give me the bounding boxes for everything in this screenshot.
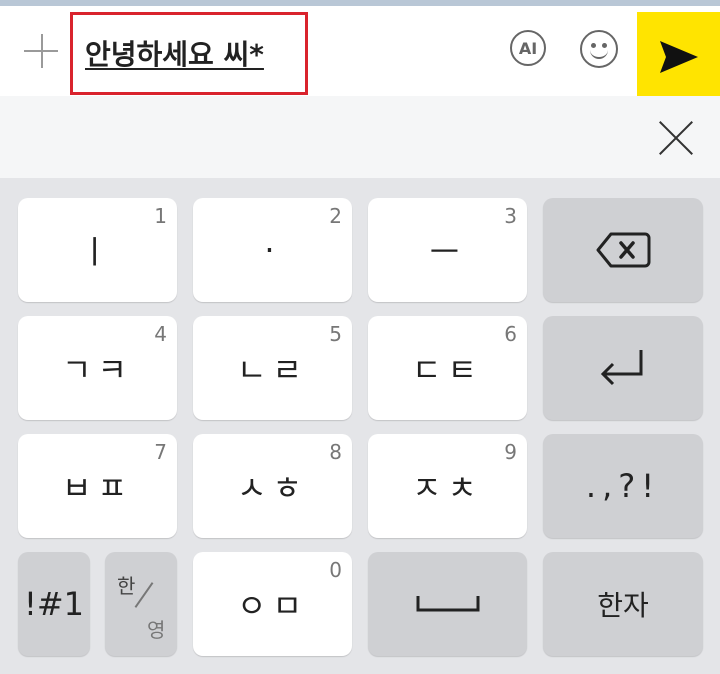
key-label: .,?! — [585, 467, 661, 505]
key-label: · — [264, 231, 281, 269]
language-toggle-key[interactable]: 한 영 — [105, 552, 177, 656]
ai-label: AI — [518, 38, 538, 58]
punctuation-key[interactable]: .,?! — [543, 434, 703, 538]
lang-divider — [134, 582, 154, 608]
enter-key[interactable] — [543, 316, 703, 420]
key-6[interactable]: 6 ㄷㅌ — [368, 316, 527, 420]
enter-icon — [600, 350, 643, 386]
key-2[interactable]: 2 · — [193, 198, 352, 302]
message-input-highlight[interactable]: 안녕하세요 씨* — [70, 12, 308, 95]
key-0[interactable]: 0 ㅇㅁ — [193, 552, 352, 656]
key-8[interactable]: 8 ㅅㅎ — [193, 434, 352, 538]
key-5[interactable]: 5 ㄴㄹ — [193, 316, 352, 420]
message-input-text[interactable]: 안녕하세요 씨* — [85, 33, 264, 73]
space-key[interactable] — [368, 552, 527, 656]
backspace-icon — [596, 232, 651, 268]
backspace-key[interactable] — [543, 198, 703, 302]
key-label: ㅡ — [429, 233, 466, 271]
key-label: ㅇㅁ — [237, 587, 308, 625]
hanja-key[interactable]: 한자 — [543, 552, 703, 656]
key-label: ㄷㅌ — [412, 351, 483, 389]
key-7[interactable]: 7 ㅂㅍ — [18, 434, 177, 538]
send-button[interactable] — [637, 12, 720, 102]
key-label: ㄴㄹ — [237, 351, 308, 389]
key-label: 한자 — [597, 589, 649, 622]
key-label: ㅂㅍ — [62, 469, 133, 507]
lang-english-label: 영 — [147, 618, 166, 642]
key-label: ㅣ — [79, 233, 116, 271]
key-4[interactable]: 4 ㄱㅋ — [18, 316, 177, 420]
emoji-icon[interactable] — [580, 30, 618, 68]
send-icon — [659, 41, 698, 73]
key-label: ㅅㅎ — [237, 469, 308, 507]
key-label: !#1 — [24, 585, 84, 623]
symbols-key[interactable]: !#1 — [18, 552, 90, 656]
key-1[interactable]: 1 ㅣ — [18, 198, 177, 302]
lang-korean-label: 한 — [117, 574, 136, 598]
message-input-bar: 안녕하세요 씨* AI — [0, 6, 720, 102]
keyboard-toolbar — [0, 96, 720, 178]
key-label: ㄱㅋ — [62, 351, 133, 389]
key-label: ㅈㅊ — [412, 469, 483, 507]
ai-button[interactable]: AI — [510, 30, 546, 66]
close-icon[interactable] — [658, 120, 694, 156]
key-3[interactable]: 3 ㅡ — [368, 198, 527, 302]
plus-icon[interactable] — [22, 32, 62, 72]
space-icon — [416, 596, 479, 612]
key-9[interactable]: 9 ㅈㅊ — [368, 434, 527, 538]
